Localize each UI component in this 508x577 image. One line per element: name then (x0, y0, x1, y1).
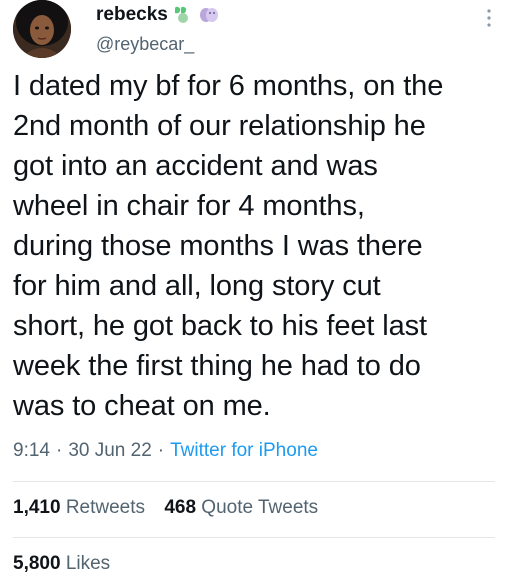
tweet-time[interactable]: 9:14 (13, 440, 50, 461)
divider (13, 537, 495, 538)
retweets-label: Retweets (65, 497, 146, 518)
green-heart-face-emoji-icon (172, 6, 194, 24)
retweets-count: 1,410 (13, 497, 61, 518)
engagement-stats: 1,410 Retweets 468 Quote Tweets (13, 497, 332, 519)
theater-masks-emoji-icon (198, 6, 220, 24)
divider (13, 481, 495, 482)
likes-count: 5,800 (13, 553, 61, 574)
tweet-source-link[interactable]: Twitter for iPhone (170, 440, 318, 461)
more-vertical-icon[interactable] (486, 8, 492, 28)
quote-tweets-stat[interactable]: 468 Quote Tweets (164, 497, 318, 518)
quotes-count: 468 (164, 497, 197, 518)
likes-row: 5,800 Likes (13, 553, 124, 575)
separator-dot: · (157, 440, 165, 461)
separator-dot: · (55, 440, 63, 461)
likes-stat[interactable]: 5,800 Likes (13, 553, 110, 574)
avatar[interactable] (13, 0, 71, 58)
retweets-stat[interactable]: 1,410 Retweets (13, 497, 145, 518)
tweet-date[interactable]: 30 Jun 22 (68, 440, 151, 461)
author-handle[interactable]: @reybecar_ (96, 34, 194, 55)
likes-label: Likes (65, 553, 111, 574)
avatar-photo (13, 0, 71, 58)
author-name-row[interactable]: rebecks (96, 4, 220, 26)
display-name[interactable]: rebecks (96, 4, 168, 26)
quotes-label: Quote Tweets (201, 497, 319, 518)
tweet-text: I dated my bf for 6 months, on the 2nd m… (13, 70, 444, 422)
tweet-meta: 9:14 · 30 Jun 22 · Twitter for iPhone (13, 440, 318, 462)
